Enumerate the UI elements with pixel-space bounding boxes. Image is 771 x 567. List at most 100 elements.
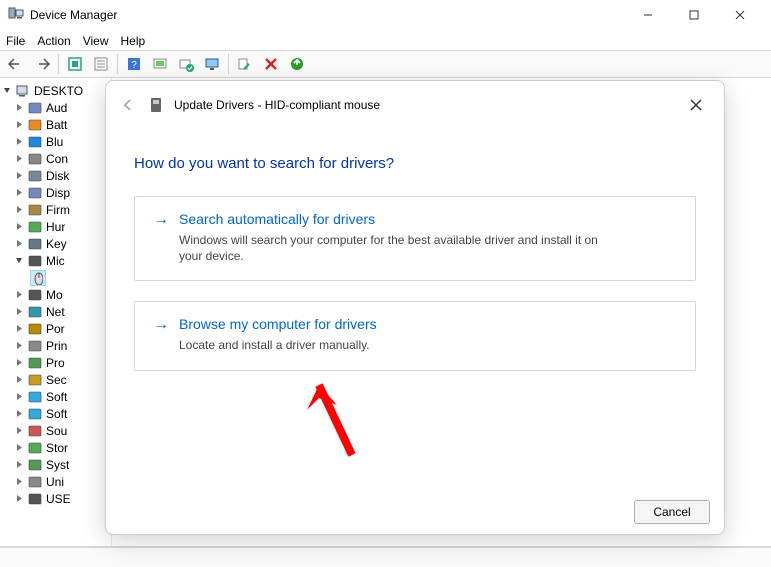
menu-action[interactable]: Action <box>37 34 70 48</box>
close-button[interactable] <box>717 0 763 30</box>
enable-device-icon[interactable] <box>233 53 257 75</box>
device-category-icon <box>27 202 43 218</box>
expand-icon[interactable] <box>14 290 24 300</box>
tree-item-label: Pro <box>46 356 65 370</box>
dialog-title: Update Drivers - HID-compliant mouse <box>174 98 380 112</box>
device-tree[interactable]: DESKTO Aud BattBluCon DiskDispFirmHur Key Mi… <box>0 78 112 546</box>
collapse-icon[interactable] <box>14 256 24 266</box>
tree-item[interactable]: Mo <box>0 286 111 303</box>
uninstall-device-icon[interactable] <box>285 53 309 75</box>
tree-item[interactable]: Soft <box>0 388 111 405</box>
device-category-icon <box>27 168 43 184</box>
tree-item[interactable]: Sou <box>0 422 111 439</box>
tree-item-label: Aud <box>46 101 67 115</box>
expand-icon[interactable] <box>14 222 24 232</box>
back-arrow-icon[interactable] <box>4 53 28 75</box>
tree-item[interactable]: Aud <box>0 99 111 116</box>
expand-icon[interactable] <box>14 426 24 436</box>
menu-view[interactable]: View <box>83 34 109 48</box>
device-category-icon <box>27 491 43 507</box>
tree-item[interactable]: Firm <box>0 201 111 218</box>
tree-item[interactable]: Disp <box>0 184 111 201</box>
device-category-icon <box>27 406 43 422</box>
tree-item[interactable]: Uni <box>0 473 111 490</box>
option-search-automatically[interactable]: → Search automatically for drivers Windo… <box>134 196 696 281</box>
tree-item-label: Mo <box>46 288 63 302</box>
device-category-icon <box>27 117 43 133</box>
mouse-icon <box>30 270 46 286</box>
expand-icon[interactable] <box>14 307 24 317</box>
expand-icon[interactable] <box>14 341 24 351</box>
device-category-icon <box>27 423 43 439</box>
tree-item[interactable]: Prin <box>0 337 111 354</box>
expand-icon[interactable] <box>14 137 24 147</box>
svg-text:?: ? <box>131 60 137 71</box>
expand-icon[interactable] <box>14 443 24 453</box>
option2-title: Browse my computer for drivers <box>179 316 377 332</box>
maximize-button[interactable] <box>671 0 717 30</box>
window-title: Device Manager <box>30 8 117 22</box>
tree-item[interactable]: Batt <box>0 116 111 133</box>
minimize-button[interactable] <box>625 0 671 30</box>
disable-device-icon[interactable] <box>259 53 283 75</box>
expand-icon[interactable] <box>14 120 24 130</box>
collapse-icon[interactable] <box>2 86 12 96</box>
dialog-back-icon[interactable] <box>118 95 138 115</box>
tree-item-label: Prin <box>46 339 67 353</box>
cancel-button[interactable]: Cancel <box>634 500 710 524</box>
tree-item[interactable]: Disk <box>0 167 111 184</box>
tree-item[interactable]: Stor <box>0 439 111 456</box>
option1-desc: Windows will search your computer for th… <box>179 232 619 264</box>
tree-item[interactable]: Por <box>0 320 111 337</box>
tree-item[interactable]: Syst <box>0 456 111 473</box>
expand-icon[interactable] <box>14 188 24 198</box>
menu-file[interactable]: File <box>6 34 25 48</box>
expand-icon[interactable] <box>14 103 24 113</box>
expand-icon[interactable] <box>14 477 24 487</box>
tree-item-label: Soft <box>46 390 67 404</box>
monitor-icon[interactable] <box>200 53 224 75</box>
expand-icon[interactable] <box>14 409 24 419</box>
tree-item[interactable]: Net <box>0 303 111 320</box>
expand-icon[interactable] <box>14 460 24 470</box>
expand-icon[interactable] <box>14 154 24 164</box>
scan-hardware-icon[interactable] <box>148 53 172 75</box>
tree-item[interactable]: USE <box>0 490 111 507</box>
option-browse-computer[interactable]: → Browse my computer for drivers Locate … <box>134 301 696 370</box>
tree-item[interactable]: Blu <box>0 133 111 150</box>
expand-icon[interactable] <box>14 205 24 215</box>
tree-item-label: Soft <box>46 407 67 421</box>
tree-item-label: Batt <box>46 118 67 132</box>
expand-icon[interactable] <box>14 171 24 181</box>
tree-root[interactable]: DESKTO <box>0 82 111 99</box>
update-drivers-dialog: Update Drivers - HID-compliant mouse How… <box>105 80 725 535</box>
forward-arrow-icon[interactable] <box>30 53 54 75</box>
tree-item-label: Mic <box>46 254 65 268</box>
help-icon[interactable]: ? <box>122 53 146 75</box>
tree-item[interactable]: Pro <box>0 354 111 371</box>
toolbar-separator <box>117 54 118 74</box>
show-hidden-icon[interactable] <box>63 53 87 75</box>
device-category-icon <box>27 134 43 150</box>
expand-icon[interactable] <box>14 324 24 334</box>
tree-item[interactable]: Key <box>0 235 111 252</box>
tree-item-label: Key <box>46 237 67 251</box>
tree-item[interactable]: Mic <box>0 252 111 269</box>
expand-icon[interactable] <box>14 239 24 249</box>
tree-item[interactable]: Hur <box>0 218 111 235</box>
properties-icon[interactable] <box>89 53 113 75</box>
statusbar <box>0 547 771 567</box>
expand-icon[interactable] <box>14 375 24 385</box>
expand-icon[interactable] <box>14 392 24 402</box>
tree-item-label: Disk <box>46 169 69 183</box>
menu-help[interactable]: Help <box>121 34 146 48</box>
dialog-close-icon[interactable] <box>682 91 710 119</box>
tree-child-item[interactable] <box>0 269 111 286</box>
tree-item[interactable]: Sec <box>0 371 111 388</box>
arrow-right-icon: → <box>153 317 169 333</box>
expand-icon[interactable] <box>14 358 24 368</box>
update-driver-icon[interactable] <box>174 53 198 75</box>
tree-item[interactable]: Con <box>0 150 111 167</box>
tree-item[interactable]: Soft <box>0 405 111 422</box>
expand-icon[interactable] <box>14 494 24 504</box>
